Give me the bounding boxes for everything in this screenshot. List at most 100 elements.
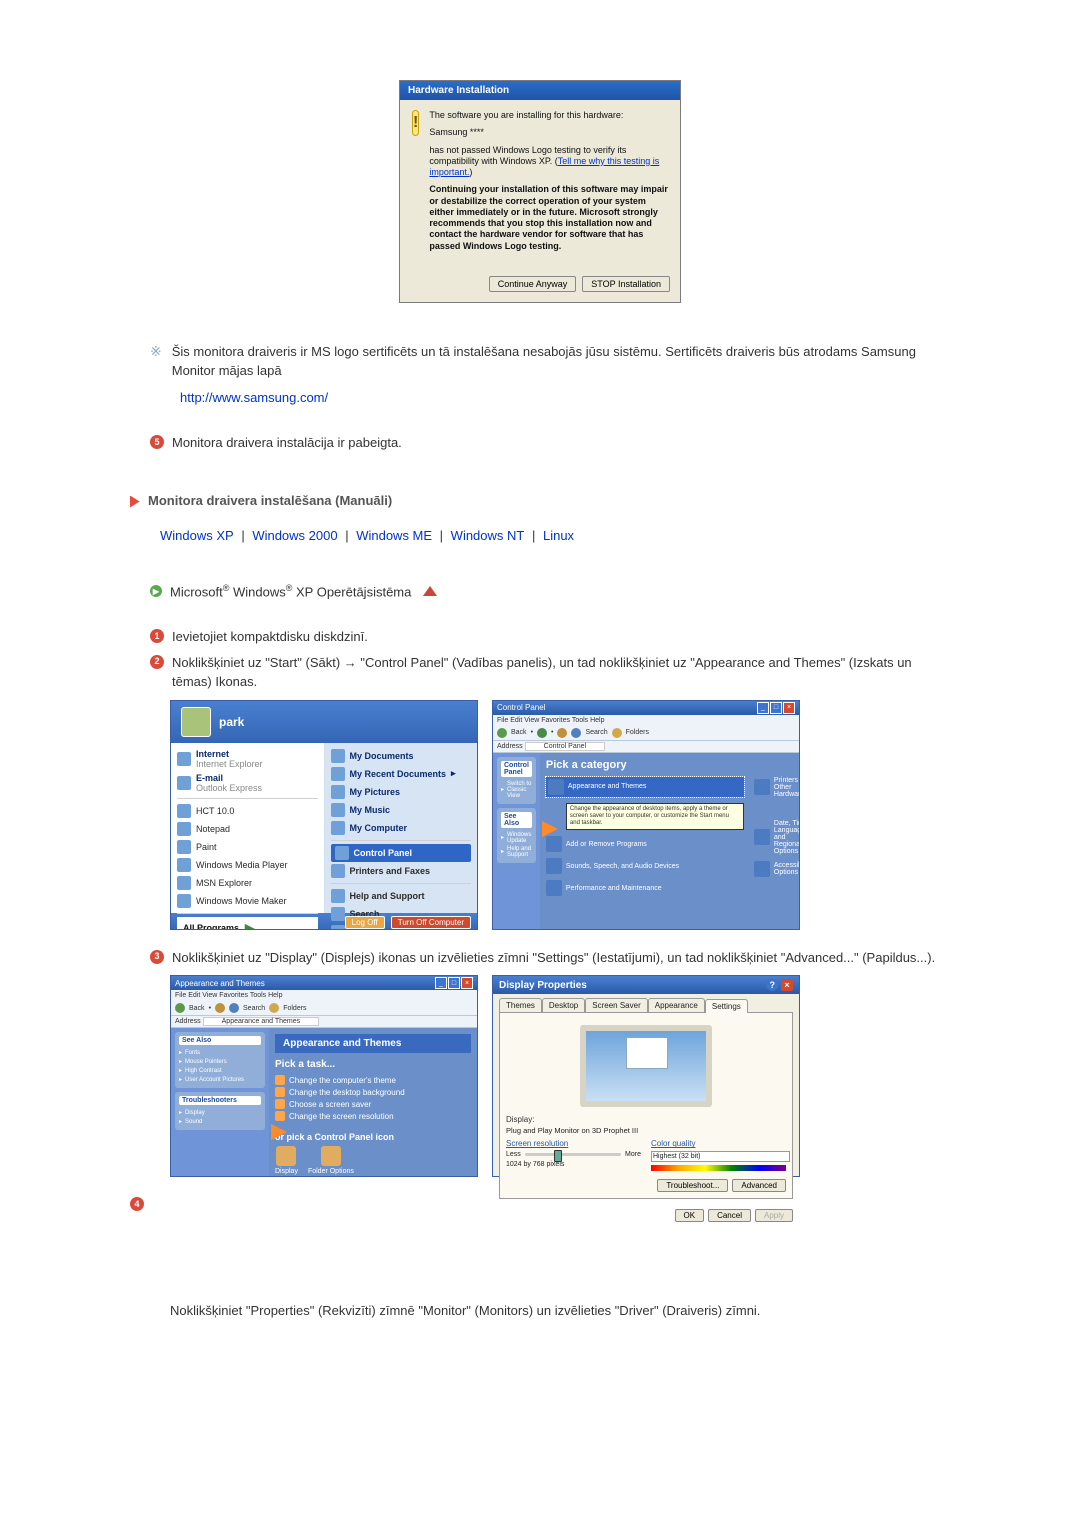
sm-msn[interactable]: MSN Explorer [177,874,318,892]
maximize-button[interactable]: □ [770,702,782,714]
sm-pictures[interactable]: My Pictures [331,783,472,801]
sm-wmp[interactable]: Windows Media Player [177,856,318,874]
sm-music[interactable]: My Music [331,801,472,819]
back-label[interactable]: Back [511,729,527,736]
help-button[interactable]: ? [766,979,778,991]
at-task-theme[interactable]: Change the computer's theme [275,1074,471,1086]
at-address-bar[interactable]: Address Appearance and Themes [171,1016,477,1028]
toolbar-folders-label[interactable]: Folders [626,729,649,736]
at-display-icon[interactable]: Display [275,1146,298,1175]
sm-notepad[interactable]: Notepad [177,820,318,838]
at-task-resolution[interactable]: Change the screen resolution [275,1110,471,1122]
logoff-button[interactable]: Log Off [345,916,385,929]
maximize-button[interactable]: □ [448,977,460,989]
resolution-slider[interactable]: Less More [506,1151,641,1158]
advanced-button[interactable]: Advanced [732,1179,786,1192]
cp-cat-perf[interactable]: Performance and Maintenance [546,880,744,896]
sm-label: HCT 10.0 [196,806,234,816]
tab-settings[interactable]: Settings [705,999,748,1013]
turnoff-button[interactable]: Turn Off Computer [391,916,471,929]
stop-installation-button[interactable]: STOP Installation [582,276,670,292]
os-link-xp[interactable]: Windows XP [160,528,234,543]
cp-cat-addremove[interactable]: Add or Remove Programs [546,836,744,852]
at-heading: Appearance and Themes [275,1034,471,1053]
search-icon[interactable] [229,1003,239,1013]
cp-cat-appearance[interactable]: Appearance and Themes [546,777,744,797]
dialog-device-name: Samsung **** [429,127,668,138]
control-panel-icon [335,846,349,860]
apply-button[interactable]: Apply [755,1209,793,1222]
sm-email[interactable]: E-mailOutlook Express [177,771,318,795]
cp-cat-sound[interactable]: Sounds, Speech, and Audio Devices [546,858,744,874]
at-ts-sound[interactable]: ▸Sound [179,1117,261,1126]
at-folder-options-icon[interactable]: Folder Options [308,1146,354,1175]
os-link-me[interactable]: Windows ME [356,528,432,543]
troubleshoot-button[interactable]: Troubleshoot... [657,1179,728,1192]
os-link-nt[interactable]: Windows NT [451,528,525,543]
cp-cat-date[interactable]: Date, Time, Language, and Regional Optio… [754,820,800,855]
toolbar-search-label[interactable]: Search [585,729,607,736]
sm-recent[interactable]: My Recent Documents ▸ [331,765,472,783]
os-link-2000[interactable]: Windows 2000 [252,528,337,543]
sm-control-panel[interactable]: Control Panel [331,844,472,862]
back-icon[interactable] [497,728,507,738]
sm-hct[interactable]: HCT 10.0 [177,802,318,820]
sm-mydocs[interactable]: My Documents [331,747,472,765]
cp-cat-printers[interactable]: Printers and Other Hardware [754,777,800,798]
tab-appearance[interactable]: Appearance [648,998,705,1012]
search-icon[interactable] [571,728,581,738]
at-task-background[interactable]: Change the desktop background [275,1086,471,1098]
sm-mycomp[interactable]: My Computer [331,819,472,837]
cp-help-support[interactable]: ▸Help and Support [501,845,532,859]
close-button[interactable]: × [461,977,473,989]
color-quality-select[interactable]: Highest (32 bit) [651,1151,790,1162]
cat-label: Appearance and Themes [568,783,646,790]
cp-menubar[interactable]: File Edit View Favorites Tools Help [493,715,799,726]
up-icon[interactable] [215,1003,225,1013]
cp-toolbar: Back • • Search Folders [493,726,799,741]
at-side-useracc[interactable]: ▸User Account Pictures [179,1075,261,1084]
at-side-fonts[interactable]: ▸Fonts [179,1048,261,1057]
at-menubar[interactable]: File Edit View Favorites Tools Help [171,990,477,1001]
up-triangle-icon[interactable] [423,586,437,596]
cp-cat-access[interactable]: Accessibility Options [754,861,800,877]
at-task-screensaver[interactable]: Choose a screen saver [275,1098,471,1110]
cp-windows-update[interactable]: ▸Windows Update [501,831,532,845]
minimize-button[interactable]: _ [757,702,769,714]
cp-switch-classic[interactable]: ▸Switch to Classic View [501,780,532,800]
up-icon[interactable] [557,728,567,738]
minimize-button[interactable]: _ [435,977,447,989]
tab-themes[interactable]: Themes [499,998,542,1012]
icon-label: Display [275,1168,298,1175]
toolbar-search-label[interactable]: Search [243,1005,265,1012]
folders-icon[interactable] [269,1003,279,1013]
sm-internet[interactable]: InternetInternet Explorer [177,747,318,771]
tab-screensaver[interactable]: Screen Saver [585,998,647,1012]
ok-button[interactable]: OK [675,1209,705,1222]
forward-icon[interactable] [537,728,547,738]
sm-label: Printers and Faxes [350,866,431,876]
cp-address-bar[interactable]: Address Control Panel [493,741,799,753]
folder-icon [331,803,345,817]
sm-help[interactable]: Help and Support [331,887,472,905]
close-button[interactable]: × [783,702,795,714]
sm-wmm[interactable]: Windows Movie Maker [177,892,318,910]
sm-all-programs[interactable]: All Programs▶ [177,917,318,930]
at-side-contrast[interactable]: ▸High Contrast [179,1066,261,1075]
tab-desktop[interactable]: Desktop [542,998,585,1012]
folders-icon[interactable] [612,728,622,738]
slider-thumb[interactable] [554,1150,562,1162]
close-button[interactable]: × [781,979,793,991]
at-side-mouse[interactable]: ▸Mouse Pointers [179,1057,261,1066]
chevron-right-icon: ▸ [451,768,456,779]
back-icon[interactable] [175,1003,185,1013]
continue-anyway-button[interactable]: Continue Anyway [489,276,577,292]
at-ts-display[interactable]: ▸Display [179,1108,261,1117]
samsung-link[interactable]: http://www.samsung.com/ [180,390,328,405]
toolbar-folders-label[interactable]: Folders [283,1005,306,1012]
os-link-linux[interactable]: Linux [543,528,574,543]
sm-paint[interactable]: Paint [177,838,318,856]
cancel-button[interactable]: Cancel [708,1209,751,1222]
sm-printers[interactable]: Printers and Faxes [331,862,472,880]
back-label[interactable]: Back [189,1005,205,1012]
